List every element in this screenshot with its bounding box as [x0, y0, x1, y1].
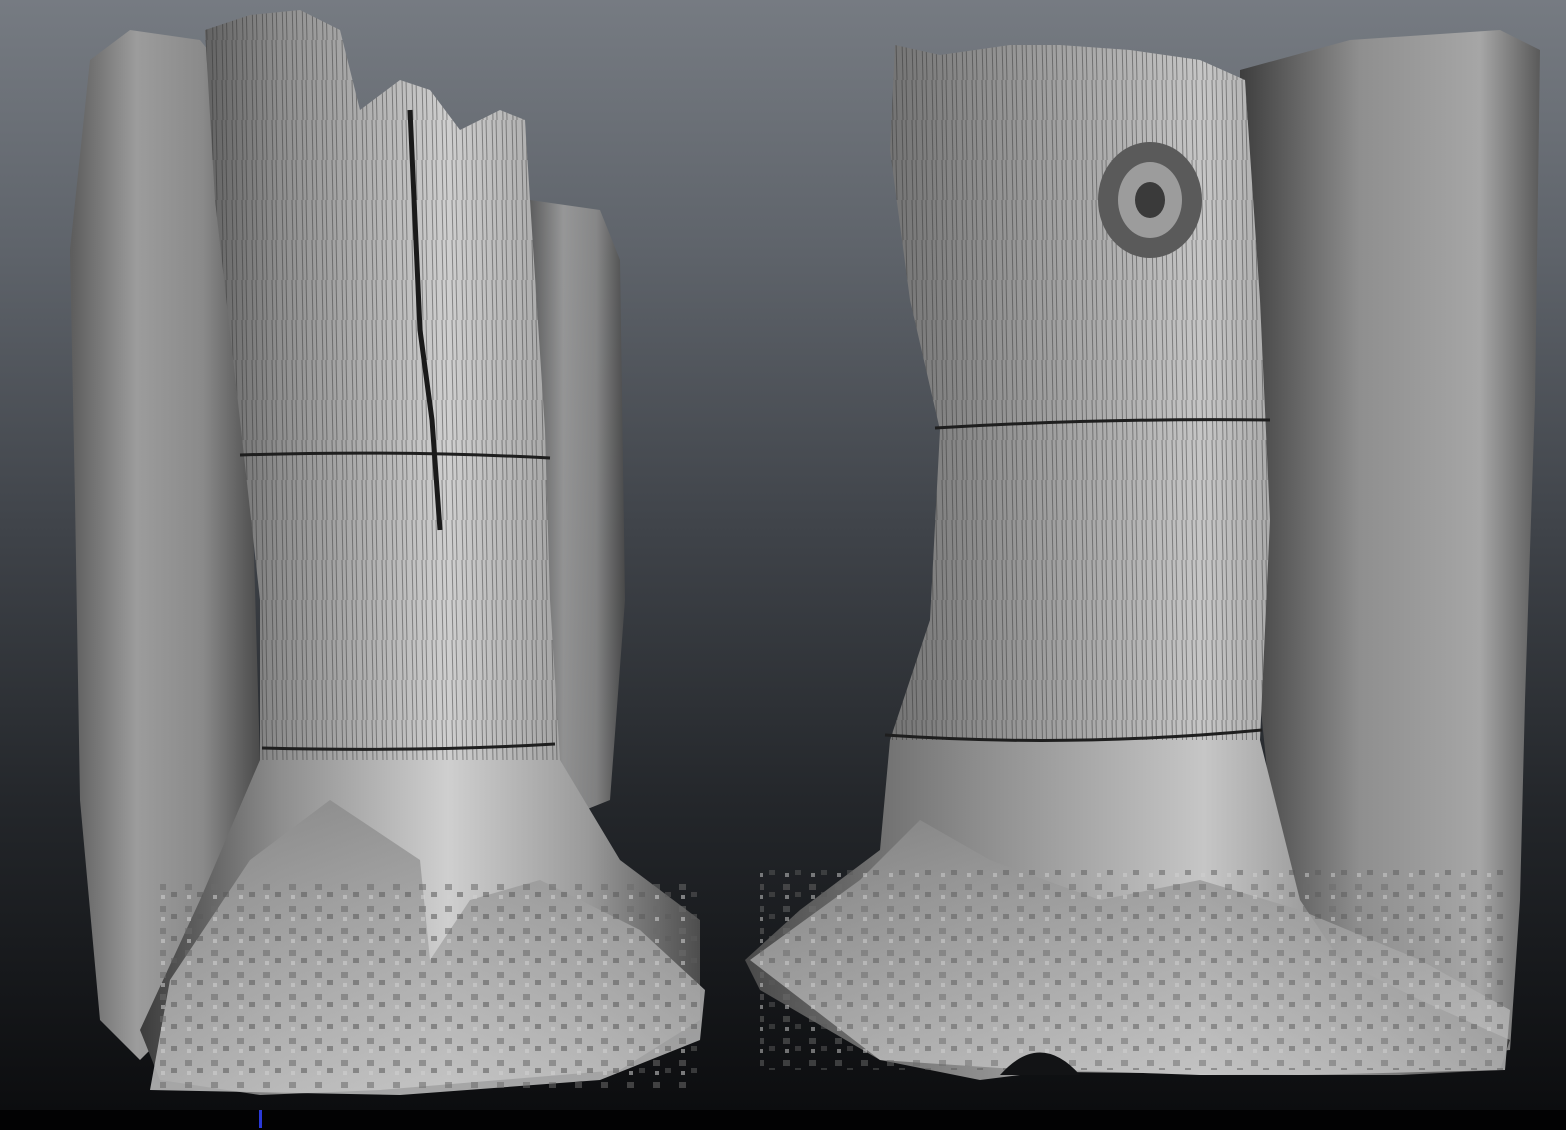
tree-stump-model-front-view[interactable] — [70, 10, 705, 1095]
timeline-cursor[interactable] — [259, 1110, 262, 1128]
tree-stump-model-side-view[interactable] — [745, 30, 1540, 1080]
sculpt-render — [70, 10, 1540, 1095]
status-bar — [0, 1110, 1566, 1130]
3d-viewport[interactable] — [0, 0, 1566, 1110]
